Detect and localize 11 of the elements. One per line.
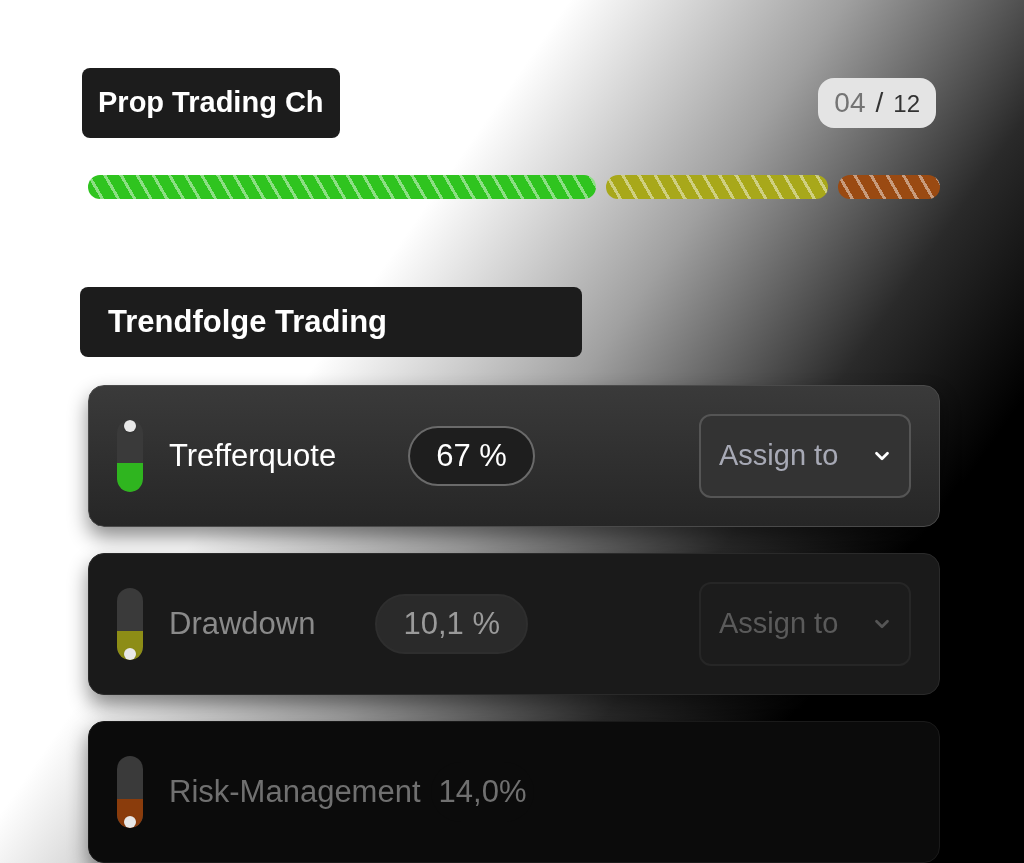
step-separator: / <box>875 86 884 120</box>
metric-name: Drawdown <box>169 604 316 643</box>
assign-dropdown[interactable]: Assign to <box>699 414 911 498</box>
metric-value: 10,1 % <box>375 594 528 654</box>
page-title: Prop Trading Ch <box>98 85 324 121</box>
step-total: 12 <box>893 89 920 119</box>
step-current: 04 <box>834 86 866 120</box>
metric-name: Trefferquote <box>169 436 337 475</box>
metric-name: Risk-Management <box>169 772 421 811</box>
section-title: Trendfolge Trading <box>108 302 387 341</box>
metric-value: 67 % <box>408 426 535 486</box>
